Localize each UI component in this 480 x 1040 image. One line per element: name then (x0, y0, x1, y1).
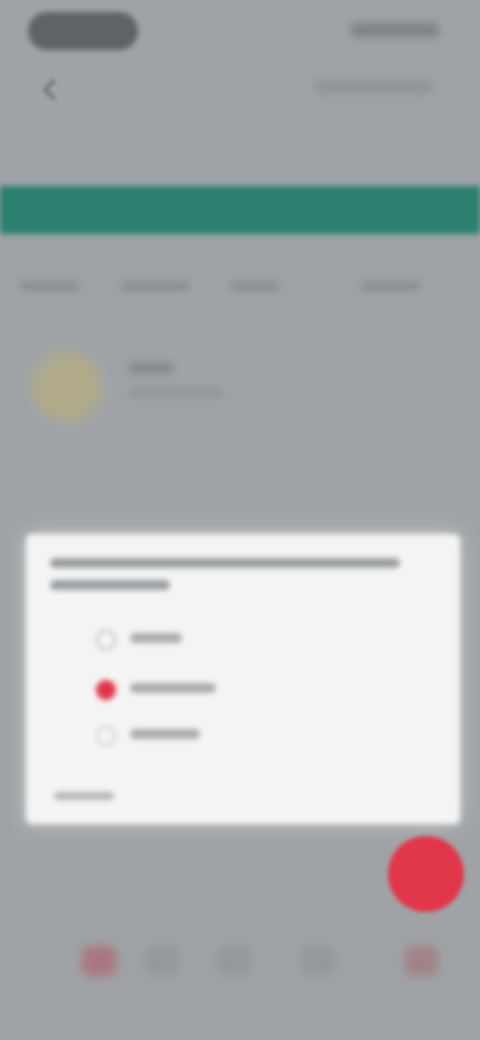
nav-item-5[interactable] (404, 946, 438, 976)
radio-icon[interactable] (96, 630, 116, 650)
status-bar (0, 0, 480, 64)
dialog-option-label (130, 683, 216, 693)
meta-row (20, 278, 460, 294)
dialog-message-line (50, 580, 170, 590)
selection-dialog (26, 534, 460, 824)
radio-icon[interactable] (96, 726, 116, 746)
profile-subtitle (128, 388, 224, 398)
nav-item-3[interactable] (218, 946, 252, 976)
bottom-navigation (0, 920, 480, 1000)
radio-selected-icon[interactable] (96, 680, 116, 700)
app-bar-actions[interactable] (314, 80, 434, 94)
status-time (28, 12, 138, 50)
dialog-option-label (130, 729, 200, 739)
nav-item-2[interactable] (146, 946, 180, 976)
dialog-option-label (130, 633, 182, 643)
profile-name (128, 362, 174, 374)
nav-item-1[interactable] (82, 946, 116, 976)
nav-item-4[interactable] (300, 946, 334, 976)
dialog-footer[interactable] (54, 792, 114, 800)
app-bar (0, 64, 480, 114)
dialog-message (50, 558, 410, 598)
add-fab-button[interactable] (388, 836, 464, 912)
avatar[interactable] (32, 352, 102, 422)
back-arrow-icon[interactable] (40, 76, 64, 100)
header-banner (0, 186, 480, 234)
dialog-message-line (50, 558, 400, 568)
status-icons (350, 22, 440, 38)
